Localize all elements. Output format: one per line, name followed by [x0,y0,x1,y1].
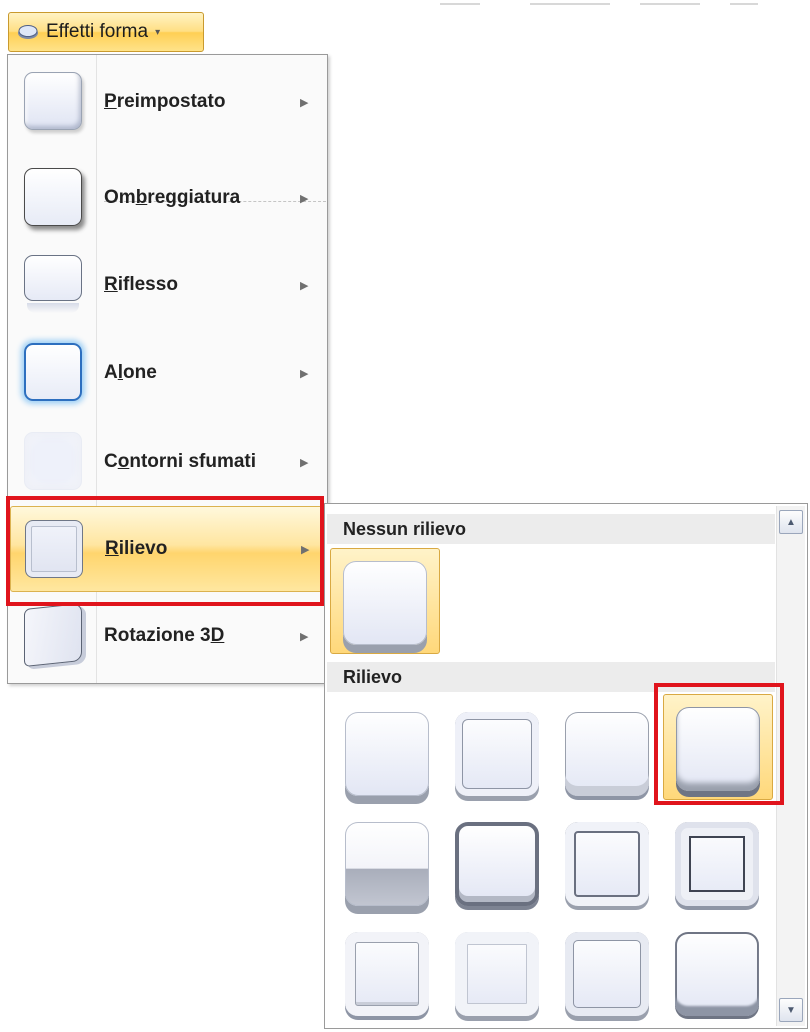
menu-item-label: Riflesso [104,274,178,295]
bevel-preset-icon [455,932,539,1016]
3d-rotation-icon [24,602,82,668]
bevel-preset-icon [345,932,429,1016]
bevel-option[interactable] [553,810,663,916]
submenu-arrow-icon: ▶ [300,630,309,643]
bevel-option-selected[interactable] [663,694,773,800]
bevel-preset-icon [455,712,539,796]
submenu-arrow-icon: ▶ [300,279,309,292]
bevel-option[interactable] [333,810,443,916]
submenu-arrow-icon: ▶ [301,543,310,556]
bevel-option[interactable] [553,700,663,806]
submenu-arrow-icon: ▶ [300,96,309,109]
menu-item-label: Om b reggiatura [104,187,241,208]
menu-item-shadow[interactable]: Om b reggiatura ▶ [10,155,325,241]
bevel-option[interactable] [333,920,443,1026]
scroll-down-button[interactable]: ▼ [779,998,803,1022]
bevel-option[interactable] [663,810,773,916]
bevel-preset-icon [345,822,429,906]
preset-icon [24,72,82,130]
bevel-preset-icon [455,822,539,906]
shape-effects-label: Effetti forma [46,21,149,42]
glow-icon [24,343,82,401]
submenu-arrow-icon: ▶ [300,367,309,380]
bevel-option-none[interactable] [330,548,440,654]
bevel-preset-icon [345,712,429,796]
menu-item-label: Al one [104,362,157,383]
bevel-preset-icon [675,932,759,1016]
section-header-bevel: Rilievo [327,662,775,692]
bevel-preset-icon [676,707,760,791]
shape-effects-menu: Preimpostato ▶ Om b reggiatura ▶ Riflesso … [7,54,328,684]
submenu-arrow-icon: ▶ [300,456,309,469]
bevel-gallery: Nessun rilievo Rilievo ▲ ▼ [324,503,808,1029]
bevel-option[interactable] [553,920,663,1026]
bevel-option[interactable] [443,700,553,806]
bevel-option[interactable] [663,920,773,1026]
menu-item-bevel[interactable]: Rilievo ▶ [10,506,325,592]
reflection-icon [24,255,82,313]
bevel-icon [25,520,83,578]
shape-effects-button[interactable]: Effetti forma ▾ [8,12,204,52]
ribbon-top-edge [430,0,760,8]
no-bevel-icon [343,561,427,645]
menu-item-soft-edges[interactable]: Co ntorni sfumati ▶ [10,419,325,505]
bevel-preset-icon [565,822,649,906]
menu-item-preset[interactable]: Preimpostato ▶ [10,59,325,145]
bevel-option[interactable] [443,920,553,1026]
bevel-preset-icon [565,712,649,796]
bevel-preset-icon [675,822,759,906]
menu-item-reflection[interactable]: Riflesso ▶ [10,242,325,328]
shadow-icon [24,168,82,226]
bevel-option[interactable] [333,700,443,806]
bevel-option[interactable] [443,810,553,916]
chevron-down-icon: ▾ [155,26,161,38]
menu-item-label: Co ntorni sfumati [104,451,257,472]
section-header-no-bevel: Nessun rilievo [327,514,775,544]
shape-effects-icon [18,25,38,39]
bevel-preset-icon [565,932,649,1016]
menu-item-label: Rilievo [105,538,168,559]
scroll-up-button[interactable]: ▲ [779,510,803,534]
menu-item-label: Rotazione 3D [104,625,225,646]
soft-edges-icon [24,432,82,490]
menu-item-label: Preimpostato [104,91,226,112]
gallery-scrollbar[interactable]: ▲ ▼ [776,506,805,1026]
menu-item-glow[interactable]: Al one ▶ [10,330,325,416]
submenu-arrow-icon: ▶ [300,192,309,205]
menu-item-3d-rotation[interactable]: Rotazione 3D ▶ [10,593,325,679]
